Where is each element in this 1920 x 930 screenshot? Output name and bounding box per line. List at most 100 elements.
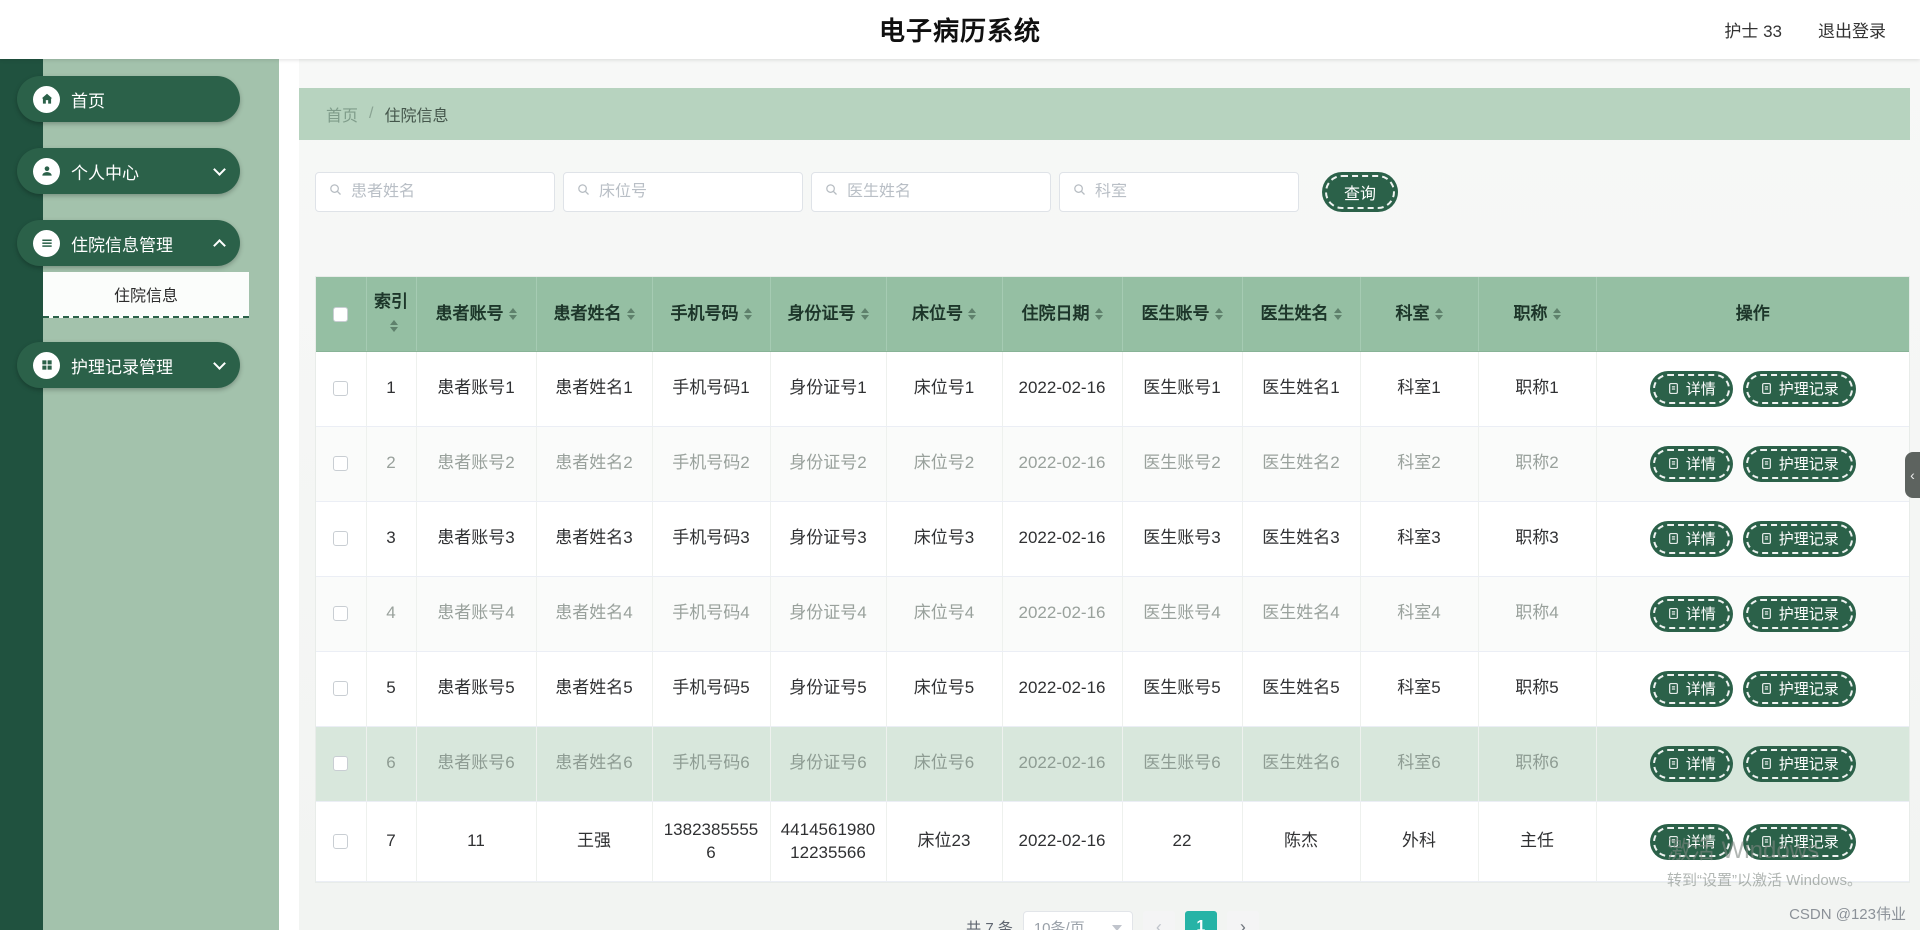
column-header-5[interactable]: 床位号 [886, 277, 1003, 352]
sort-icons[interactable] [1333, 304, 1342, 324]
row-actions-cell: 详情 护理记录 [1596, 426, 1909, 502]
detail-button[interactable]: 详情 [1652, 373, 1730, 404]
table-cell: 2022-02-16 [1002, 426, 1123, 502]
table-row: 2 患者账号2 患者姓名2 手机号码2 身份证号2 床位号2 2022-02-16 医生账号2… [316, 426, 1909, 502]
select-all-checkbox[interactable] [333, 306, 349, 322]
breadcrumb-home[interactable]: 首页 [326, 102, 358, 126]
sort-icons[interactable] [1434, 304, 1443, 324]
search-button[interactable]: 查询 [1325, 175, 1396, 209]
column-header-8[interactable]: 医生姓名 [1242, 277, 1361, 352]
row-checkbox[interactable] [333, 756, 349, 772]
document-icon [1760, 532, 1773, 545]
table-cell: 职称6 [1478, 726, 1597, 802]
sort-icons[interactable] [1214, 304, 1223, 324]
sort-icons[interactable] [968, 304, 976, 324]
table-cell: 床位号3 [886, 501, 1003, 577]
current-user-label: 护士 33 [1724, 22, 1782, 41]
row-select-cell [316, 576, 367, 652]
row-checkbox[interactable] [333, 381, 349, 397]
table-row: 1 患者账号1 患者姓名1 手机号码1 身份证号1 床位号1 2022-02-16 医生账号1… [316, 351, 1909, 427]
column-header-4[interactable]: 身份证号 [770, 277, 887, 352]
sort-icons[interactable] [626, 304, 635, 324]
row-select-cell [316, 651, 367, 727]
table-cell: 职称5 [1478, 651, 1597, 727]
sort-icons[interactable] [1094, 304, 1103, 324]
top-header: 电子病历系统 护士 33 退出登录 [0, 0, 1920, 59]
bed-number-input[interactable] [599, 183, 790, 201]
page-size-select[interactable]: 10条/页 [1022, 911, 1133, 930]
nursing-record-button[interactable]: 护理记录 [1745, 598, 1853, 629]
table-cell: 医生账号6 [1122, 726, 1243, 802]
collapse-panel-tab[interactable]: ‹ [1905, 452, 1920, 498]
row-checkbox[interactable] [333, 456, 349, 472]
prev-page-button[interactable]: ‹ [1142, 911, 1175, 930]
detail-button[interactable]: 详情 [1652, 523, 1730, 554]
sidebar-item-personal-center[interactable]: 个人中心 [17, 148, 240, 194]
table-cell: 1 [366, 351, 417, 427]
page-number-button[interactable]: 1 [1184, 911, 1217, 930]
row-checkbox[interactable] [333, 531, 349, 547]
column-header-2[interactable]: 患者姓名 [536, 277, 653, 352]
column-header-6[interactable]: 住院日期 [1002, 277, 1123, 352]
sidebar-item-nursing-record-mgmt[interactable]: 护理记录管理 [17, 342, 240, 388]
nursing-record-button[interactable]: 护理记录 [1745, 523, 1853, 554]
table-cell: 医生姓名5 [1242, 651, 1361, 727]
table-cell: 职称3 [1478, 501, 1597, 577]
sidebar-item-label: 住院信息管理 [71, 235, 173, 255]
table-cell: 科室4 [1360, 576, 1479, 652]
row-checkbox[interactable] [333, 606, 349, 622]
document-icon [1760, 607, 1773, 620]
table-cell: 5 [366, 651, 417, 727]
sort-icons[interactable] [743, 304, 752, 324]
next-page-button[interactable]: › [1226, 911, 1259, 930]
sort-icons[interactable] [860, 304, 869, 324]
page-size-value: 10条/页 [1033, 919, 1085, 930]
nursing-record-button[interactable]: 护理记录 [1745, 448, 1853, 479]
detail-button[interactable]: 详情 [1652, 748, 1730, 779]
logout-link[interactable]: 退出登录 [1818, 17, 1886, 42]
table-cell: 2022-02-16 [1002, 351, 1123, 427]
nursing-record-button[interactable]: 护理记录 [1745, 748, 1853, 779]
sort-icons[interactable] [508, 304, 517, 324]
column-header-0[interactable]: 索引 [366, 277, 417, 352]
document-icon [1667, 382, 1680, 395]
row-checkbox[interactable] [333, 834, 349, 850]
table-cell: 手机号码5 [652, 651, 771, 727]
table-cell: 6 [366, 726, 417, 802]
nursing-record-button[interactable]: 护理记录 [1745, 373, 1853, 404]
detail-button[interactable]: 详情 [1652, 448, 1730, 479]
watermark-line1: 激活 Windows [1666, 837, 1820, 864]
table-cell: 科室3 [1360, 501, 1479, 577]
row-select-cell [316, 351, 367, 427]
document-icon [1667, 607, 1680, 620]
patient-name-input[interactable] [351, 183, 542, 201]
table-cell: 床位号4 [886, 576, 1003, 652]
row-checkbox[interactable] [333, 681, 349, 697]
sidebar-item-hospitalization-mgmt[interactable]: 住院信息管理 [17, 220, 240, 266]
table-row: 6 患者账号6 患者姓名6 手机号码6 身份证号6 床位号6 2022-02-16 医生账号6… [316, 726, 1909, 802]
bed-number-field [563, 172, 803, 212]
table-cell: 科室6 [1360, 726, 1479, 802]
table-cell: 主任 [1478, 801, 1597, 883]
sidebar-item-home[interactable]: 首页 [17, 76, 240, 122]
search-icon [328, 182, 343, 202]
sort-icons[interactable] [1552, 304, 1561, 324]
department-input[interactable] [1095, 183, 1286, 201]
table-cell: 职称1 [1478, 351, 1597, 427]
nursing-record-button[interactable]: 护理记录 [1745, 673, 1853, 704]
detail-button[interactable]: 详情 [1652, 673, 1730, 704]
column-header-10[interactable]: 职称 [1478, 277, 1597, 352]
column-header-1[interactable]: 患者账号 [416, 277, 537, 352]
doctor-name-input[interactable] [847, 183, 1038, 201]
total-count-label: 共 7 条 [966, 919, 1013, 930]
sidebar-subitem-hospitalization-info[interactable]: 住院信息 [43, 272, 249, 318]
department-field [1059, 172, 1299, 212]
table-cell: 11 [416, 801, 537, 883]
table-cell: 患者账号2 [416, 426, 537, 502]
detail-button[interactable]: 详情 [1652, 598, 1730, 629]
column-header-3[interactable]: 手机号码 [652, 277, 771, 352]
sort-icons[interactable] [389, 316, 398, 336]
column-header-7[interactable]: 医生账号 [1122, 277, 1243, 352]
column-header-9[interactable]: 科室 [1360, 277, 1479, 352]
table-cell: 身份证号4 [770, 576, 887, 652]
